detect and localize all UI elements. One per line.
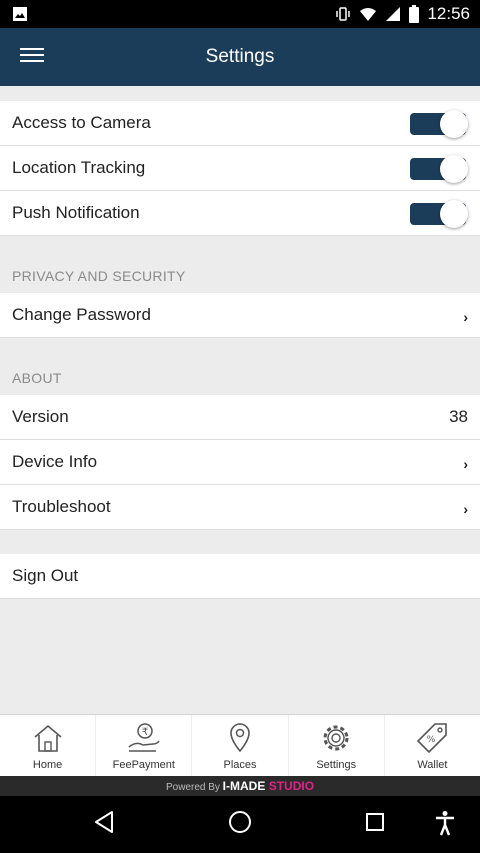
location-tracking-row: Location Tracking xyxy=(0,146,480,191)
brand-logo: I-MADE STUDIO xyxy=(223,779,314,793)
clock: 12:56 xyxy=(427,4,470,23)
tab-wallet[interactable]: % Wallet xyxy=(385,715,480,776)
gear-icon xyxy=(323,725,349,751)
status-bar: 12:56 xyxy=(0,0,480,28)
vibrate-icon xyxy=(336,7,351,21)
system-navigation-bar xyxy=(0,796,480,853)
fee-payment-icon: ₹ xyxy=(128,723,160,752)
camera-access-toggle[interactable] xyxy=(410,110,468,138)
home-button-icon[interactable] xyxy=(228,810,252,834)
tab-fee-payment[interactable]: ₹ FeePayment xyxy=(96,715,193,776)
change-password-label: Change Password xyxy=(12,305,151,324)
svg-text:₹: ₹ xyxy=(142,727,148,738)
privacy-section-header: PRIVACY AND SECURITY xyxy=(12,268,186,284)
location-tracking-toggle[interactable] xyxy=(410,155,468,183)
tab-fee-payment-label: FeePayment xyxy=(112,759,175,771)
chevron-right-icon: › xyxy=(463,309,468,325)
sign-out-row[interactable]: Sign Out xyxy=(0,554,480,599)
chevron-right-icon: › xyxy=(463,456,468,472)
powered-by-text: Powered By xyxy=(165,782,220,793)
tab-settings[interactable]: Settings xyxy=(289,715,385,776)
tab-home[interactable]: Home xyxy=(0,715,97,776)
camera-access-label: Access to Camera xyxy=(12,113,151,132)
tab-wallet-label: Wallet xyxy=(417,759,448,771)
troubleshoot-row[interactable]: Troubleshoot › xyxy=(0,485,480,530)
brand-main: I-MADE xyxy=(222,779,266,793)
about-section-header: ABOUT xyxy=(12,370,62,386)
app-bar: Settings xyxy=(0,28,480,86)
tab-settings-label: Settings xyxy=(316,759,357,771)
powered-by-footer: Powered By I-MADE STUDIO xyxy=(0,776,480,796)
push-notification-toggle[interactable] xyxy=(410,200,468,228)
chevron-right-icon: › xyxy=(463,501,468,517)
tag-icon: % xyxy=(417,723,448,754)
troubleshoot-label: Troubleshoot xyxy=(12,497,111,516)
change-password-row[interactable]: Change Password › xyxy=(0,293,480,338)
signal-icon xyxy=(386,7,401,21)
wifi-icon xyxy=(360,8,377,21)
bottom-tab-bar: Home ₹ FeePayment Places Settings % Wall… xyxy=(0,714,480,776)
location-pin-icon xyxy=(230,723,250,753)
tab-places[interactable]: Places xyxy=(192,715,289,776)
accessibility-icon[interactable] xyxy=(434,810,456,836)
settings-content: Access to Camera Location Tracking Push … xyxy=(0,86,480,714)
home-icon xyxy=(34,724,62,752)
device-info-row[interactable]: Device Info › xyxy=(0,440,480,485)
svg-text:%: % xyxy=(427,735,436,745)
version-label: Version xyxy=(12,407,69,426)
version-value: 38 xyxy=(449,407,468,426)
version-row: Version 38 xyxy=(0,395,480,440)
page-title: Settings xyxy=(205,46,275,67)
camera-access-row: Access to Camera xyxy=(0,101,480,146)
tab-home-label: Home xyxy=(32,759,63,771)
location-tracking-label: Location Tracking xyxy=(12,158,146,177)
brand-sub: STUDIO xyxy=(268,779,315,793)
push-notification-row: Push Notification xyxy=(0,191,480,236)
push-notification-label: Push Notification xyxy=(12,203,140,222)
recents-icon[interactable] xyxy=(365,812,385,832)
battery-icon xyxy=(409,5,420,23)
device-info-label: Device Info xyxy=(12,452,98,471)
sign-out-label: Sign Out xyxy=(12,566,79,585)
tab-places-label: Places xyxy=(223,759,257,771)
image-notification-icon xyxy=(13,7,27,21)
back-icon[interactable] xyxy=(93,810,115,834)
